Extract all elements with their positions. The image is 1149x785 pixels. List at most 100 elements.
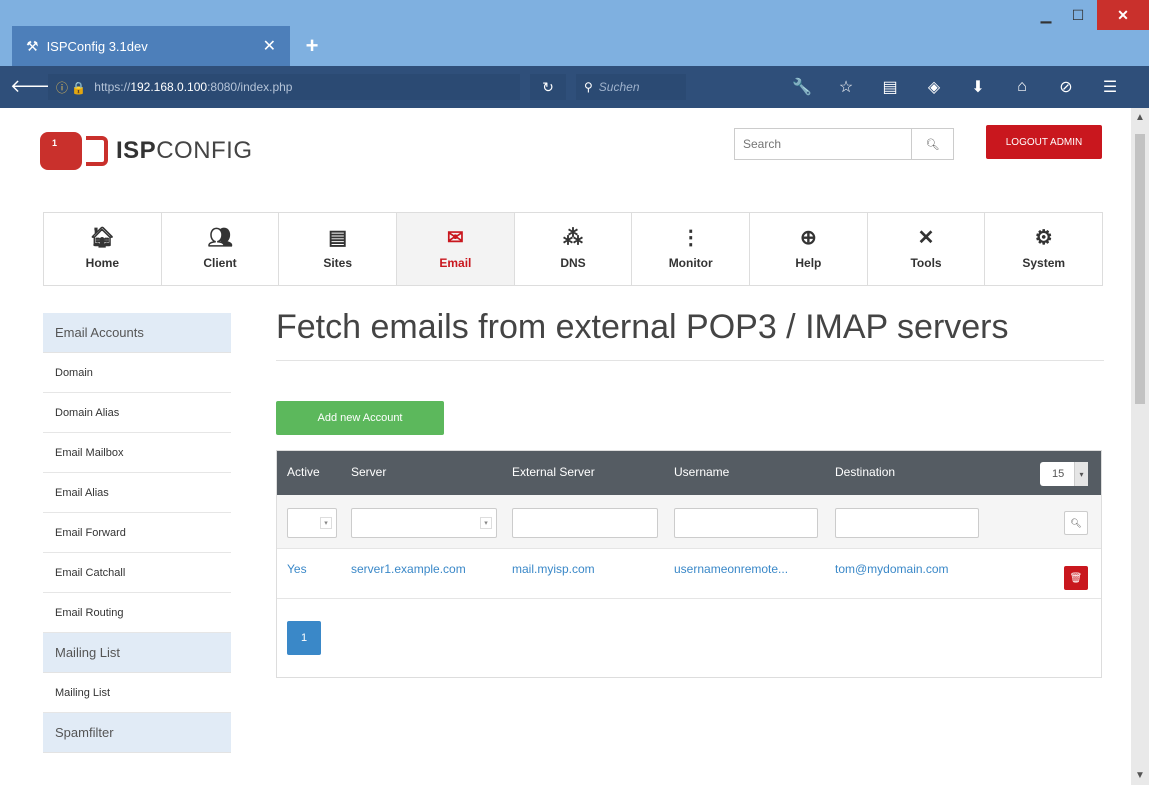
pocket-icon[interactable]: ◈: [912, 74, 956, 100]
logout-button[interactable]: LOGOUT ADMIN: [986, 125, 1102, 159]
url-prefix: https://: [94, 80, 131, 94]
filter-external-server-input[interactable]: [512, 508, 658, 538]
module-tools[interactable]: ✕ Tools: [867, 213, 986, 285]
sidebar-item-domain[interactable]: Domain: [43, 353, 231, 393]
top-search-input[interactable]: [735, 129, 911, 159]
home-icon: 🏠︎: [89, 227, 116, 249]
cell-destination[interactable]: tom@mydomain.com: [835, 562, 949, 576]
reading-list-icon[interactable]: ▤: [868, 74, 912, 100]
browser-titlebar: ⚒ ISPConfig 3.1dev ✕ + ▁ ☐ ✕: [0, 0, 1149, 66]
system-icon: ⚙: [1034, 227, 1053, 249]
page-scrollbar[interactable]: ▲ ▼: [1131, 108, 1149, 785]
module-dns[interactable]: ⁂ DNS: [514, 213, 633, 285]
cell-username[interactable]: usernameonremote...: [674, 562, 788, 576]
email-icon: ✉: [446, 227, 464, 249]
sidebar-section-mailing-list: Mailing List: [43, 633, 231, 673]
magnifier-icon: ⚲: [584, 80, 593, 94]
column-server[interactable]: Server: [351, 465, 386, 479]
privacy-icon[interactable]: ⊘: [1044, 74, 1088, 100]
browser-search-input[interactable]: ⚲ Suchen: [576, 74, 686, 100]
column-destination[interactable]: Destination: [835, 465, 895, 479]
url-rest: :8080/index.php: [207, 80, 293, 94]
filter-active-select[interactable]: ▾: [287, 508, 337, 538]
new-tab-button[interactable]: +: [296, 30, 328, 62]
chevron-down-icon: ▾: [320, 517, 332, 529]
pagination-page-1[interactable]: 1: [287, 621, 321, 655]
module-client[interactable]: 👥︎ Client: [161, 213, 280, 285]
module-monitor[interactable]: ⋮ Monitor: [632, 213, 751, 285]
module-sites[interactable]: ▤ Sites: [279, 213, 398, 285]
browser-toolbar: 🔧 ☆ ▤ ◈ ⬇ ⌂ ⊘ ☰: [780, 74, 1132, 100]
module-navigation: 🏠︎ Home 👥︎ Client ▤ Sites ✉ Email ⁂ DNS ⋮ Moni…: [43, 212, 1103, 286]
filter-username-input[interactable]: [674, 508, 818, 538]
dns-icon: ⁂: [563, 227, 584, 249]
sidebar-item-mailing-list[interactable]: Mailing List: [43, 673, 231, 713]
chevron-down-icon: ▾: [480, 517, 492, 529]
sidebar-item-email-routing[interactable]: Email Routing: [43, 593, 231, 633]
column-username[interactable]: Username: [674, 465, 729, 479]
add-new-account-button[interactable]: Add new Account: [276, 401, 444, 435]
scroll-up-icon[interactable]: ▲: [1135, 112, 1145, 123]
sidebar-item-email-catchall[interactable]: Email Catchall: [43, 553, 231, 593]
sidebar-item-email-mailbox[interactable]: Email Mailbox: [43, 433, 231, 473]
page-size-select[interactable]: 15 ▾: [1040, 462, 1088, 486]
ispconfig-favicon-icon: ⚒: [26, 37, 39, 54]
maximize-window-button[interactable]: ☐: [1062, 0, 1094, 30]
site-info-icon[interactable]: ⓘ 🔒: [56, 79, 86, 96]
cell-server[interactable]: server1.example.com: [351, 562, 466, 576]
page-size-value: 15: [1052, 468, 1065, 480]
ispconfig-logo[interactable]: 1 ISPCONFIG: [40, 132, 253, 170]
module-system[interactable]: ⚙ System: [985, 213, 1103, 285]
search-icon[interactable]: 🔍︎: [911, 129, 953, 159]
tab-title: ISPConfig 3.1dev: [46, 38, 148, 54]
browser-search-placeholder: Suchen: [598, 80, 640, 94]
wrench-icon[interactable]: 🔧: [780, 74, 824, 100]
table-header: Active Server External Server Username D…: [277, 451, 1101, 495]
users-icon: 👥︎: [207, 227, 233, 249]
minimize-window-button[interactable]: ▁: [1030, 0, 1062, 30]
home-browser-icon[interactable]: ⌂: [1000, 74, 1044, 100]
page-content: 1 ISPCONFIG 🔍︎ LOGOUT ADMIN 🏠︎Home 👥︎Cli…: [0, 108, 1131, 785]
sidebar-item-email-alias[interactable]: Email Alias: [43, 473, 231, 513]
sites-icon: ▤: [328, 227, 348, 249]
cell-external-server[interactable]: mail.myisp.com: [512, 562, 595, 576]
module-email[interactable]: ✉ Email: [397, 213, 515, 285]
close-tab-icon[interactable]: ✕: [263, 36, 276, 56]
page-title: Fetch emails from external POP3 / IMAP s…: [276, 308, 1009, 346]
cell-active[interactable]: Yes: [287, 562, 307, 576]
download-icon[interactable]: ⬇: [956, 74, 1000, 100]
close-window-button[interactable]: ✕: [1097, 0, 1149, 30]
menu-hamburger-icon[interactable]: ☰: [1088, 74, 1132, 100]
sidebar-section-email-accounts: Email Accounts: [43, 313, 231, 353]
sidebar: Email Accounts Domain Domain Alias Email…: [43, 313, 231, 753]
logo-text: ISPCONFIG: [116, 137, 253, 164]
title-divider: [276, 360, 1104, 361]
address-bar[interactable]: ⓘ 🔒 https://192.168.0.100:8080/index.php: [48, 74, 520, 100]
column-external-server[interactable]: External Server: [512, 465, 595, 479]
browser-tab[interactable]: ⚒ ISPConfig 3.1dev ✕: [12, 26, 290, 66]
sidebar-item-domain-alias[interactable]: Domain Alias: [43, 393, 231, 433]
filter-search-icon[interactable]: 🔍︎: [1064, 511, 1088, 535]
module-home[interactable]: 🏠︎ Home: [44, 213, 162, 285]
filter-destination-input[interactable]: [835, 508, 979, 538]
logo-bracket-shape: [86, 136, 108, 166]
sidebar-section-spamfilter: Spamfilter: [43, 713, 231, 753]
monitor-icon: ⋮: [680, 227, 701, 249]
filter-row: ▾ ▾ 🔍︎: [277, 495, 1101, 549]
tools-icon: ✕: [917, 227, 935, 249]
help-icon: ⊕: [799, 227, 817, 249]
url-host: 192.168.0.100: [130, 80, 208, 94]
column-active[interactable]: Active: [287, 465, 320, 479]
browser-navbar: 🡐 ⓘ 🔒 https://192.168.0.100:8080/index.p…: [0, 66, 1149, 108]
module-help[interactable]: ⊕ Help: [750, 213, 868, 285]
table-row[interactable]: Yes server1.example.com mail.myisp.com u…: [277, 549, 1101, 599]
scroll-down-icon[interactable]: ▼: [1135, 770, 1145, 781]
logo-badge-icon: 1: [40, 132, 82, 170]
delete-trash-icon[interactable]: 🗑︎: [1064, 566, 1088, 590]
chevron-down-icon: ▾: [1074, 462, 1088, 486]
filter-server-select[interactable]: ▾: [351, 508, 497, 538]
reload-icon[interactable]: ↻: [530, 74, 566, 100]
bookmark-star-icon[interactable]: ☆: [824, 74, 868, 100]
sidebar-item-email-forward[interactable]: Email Forward: [43, 513, 231, 553]
scroll-thumb[interactable]: [1135, 134, 1145, 404]
